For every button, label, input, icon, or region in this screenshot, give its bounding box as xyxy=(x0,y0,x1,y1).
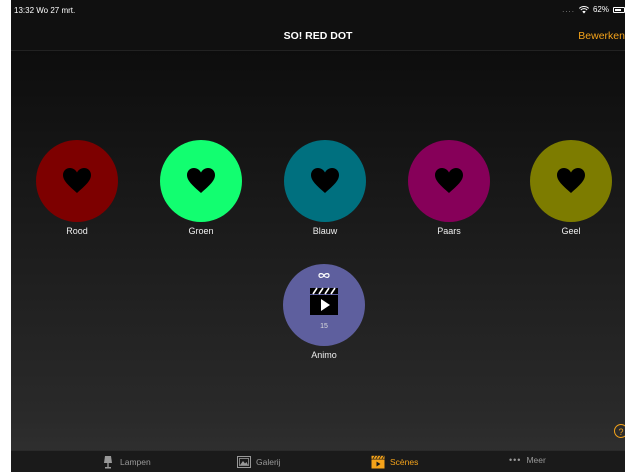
scene-label: Paars xyxy=(437,226,461,236)
tab-bar: Lampen Galerij Scènes ••• Meer xyxy=(11,450,625,472)
help-icon[interactable]: ? xyxy=(614,424,625,438)
scene-circle[interactable] xyxy=(284,140,366,222)
tab-label: Lampen xyxy=(120,457,151,467)
clapper-icon xyxy=(371,455,385,469)
scene-paars[interactable]: Paars xyxy=(404,140,494,236)
status-time-date: 13:32 Wo 27 mrt. xyxy=(14,6,76,15)
scene-rood[interactable]: Rood xyxy=(32,140,122,236)
heart-icon xyxy=(63,168,91,193)
animo-count: 15 xyxy=(320,323,328,330)
scene-circle[interactable] xyxy=(530,140,612,222)
status-indicators: .... 62% xyxy=(562,5,625,14)
scene-geel[interactable]: Geel xyxy=(526,140,616,236)
lamp-icon xyxy=(104,456,112,469)
scene-label: Geel xyxy=(561,226,581,236)
more-icon: ••• xyxy=(509,455,522,465)
scene-circle[interactable] xyxy=(36,140,118,222)
tab-label: Scènes xyxy=(390,457,419,467)
page-title: SO! RED DOT xyxy=(283,30,353,42)
edit-button[interactable]: Bewerken xyxy=(578,30,625,42)
signal-icon: .... xyxy=(562,5,575,14)
tab-scenes[interactable]: Scènes xyxy=(371,455,418,469)
navigation-bar: SO! RED DOT Bewerken xyxy=(11,20,625,51)
tab-label: Galerij xyxy=(256,457,281,467)
heart-icon xyxy=(557,168,585,193)
tab-label: Meer xyxy=(526,455,546,465)
infinity-icon xyxy=(318,273,330,278)
tab-lampen[interactable]: Lampen xyxy=(101,455,151,469)
scene-groen[interactable]: Groen xyxy=(156,140,246,236)
tab-meer[interactable]: ••• Meer xyxy=(509,455,546,465)
status-bar: 13:32 Wo 27 mrt. .... 62% xyxy=(11,0,625,20)
scene-circle[interactable] xyxy=(408,140,490,222)
scene-blauw[interactable]: Blauw xyxy=(280,140,370,236)
heart-icon xyxy=(435,168,463,193)
wifi-icon xyxy=(578,5,589,13)
tab-galerij[interactable]: Galerij xyxy=(237,455,281,469)
scene-circle[interactable] xyxy=(160,140,242,222)
scene-label: Rood xyxy=(66,226,88,236)
scene-circle[interactable]: 15 xyxy=(283,264,365,346)
scene-label: Blauw xyxy=(312,226,338,236)
scene-animo[interactable]: 15 Animo xyxy=(279,264,369,360)
heart-icon xyxy=(311,168,339,193)
scene-label: Groen xyxy=(188,226,214,236)
battery-percent: 62% xyxy=(592,5,609,14)
gallery-icon xyxy=(237,456,251,468)
heart-icon xyxy=(187,168,215,193)
battery-icon xyxy=(613,6,625,13)
clapper-icon xyxy=(310,287,338,315)
scene-label: Animo xyxy=(311,350,337,360)
app-screen: 13:32 Wo 27 mrt. .... 62% SO! RED DOT Be… xyxy=(11,0,625,472)
